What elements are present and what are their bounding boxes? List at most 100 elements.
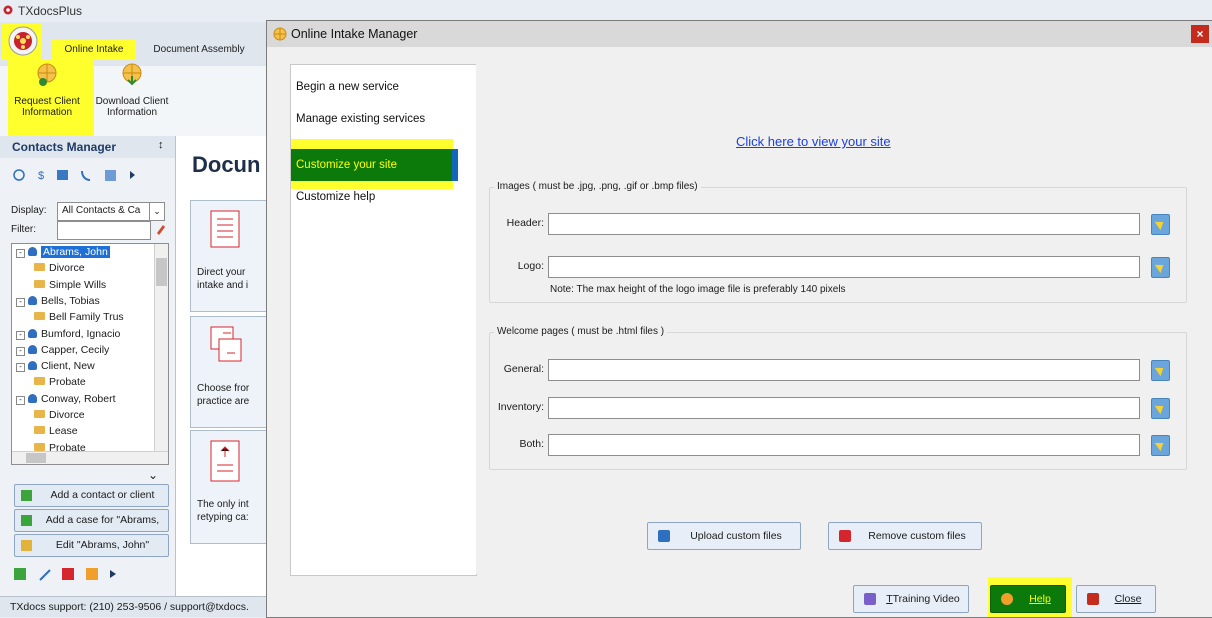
upload-custom-files-button[interactable]: Upload custom files — [647, 522, 801, 550]
nav-customize-help[interactable]: Customize help — [291, 181, 456, 213]
training-video-label-text: Training Video — [892, 593, 960, 605]
display-label: Display: — [11, 205, 47, 216]
images-group: Images ( must be .jpg, .png, .gif or .bm… — [489, 181, 1187, 303]
remove-custom-files-button[interactable]: Remove custom files — [828, 522, 982, 550]
header-file-input[interactable] — [548, 213, 1140, 235]
remove-icon — [839, 530, 851, 542]
app-title: TXdocsPlus — [18, 4, 83, 18]
expand-toggle-icon[interactable]: - — [16, 395, 25, 405]
tab-online-intake[interactable]: Online Intake — [52, 40, 136, 60]
document-card[interactable]: The only int retyping ca: — [190, 430, 270, 544]
add-case-button[interactable]: Add a case for "Abrams, — [14, 509, 169, 532]
delete-icon[interactable] — [62, 568, 74, 580]
chevron-down-icon: ⌄ — [149, 203, 164, 220]
pin-icon[interactable]: ↕ — [158, 139, 164, 151]
general-file-input[interactable] — [548, 359, 1140, 381]
tab-document-assembly[interactable]: Document Assembly — [140, 40, 258, 60]
edit-contact-button[interactable]: Edit "Abrams, John" — [14, 534, 169, 557]
training-video-button[interactable]: TTraining Video — [853, 585, 969, 613]
both-browse-icon[interactable] — [1151, 435, 1170, 456]
both-file-input[interactable] — [548, 434, 1140, 456]
calendar-icon[interactable] — [55, 166, 69, 182]
document-card-text-1: Direct your — [197, 267, 246, 278]
images-group-title: Images ( must be .jpg, .png, .gif or .bm… — [494, 181, 701, 192]
document-card[interactable]: Direct your intake and i — [190, 200, 270, 312]
logo-browse-icon[interactable] — [1151, 257, 1170, 278]
header-browse-icon[interactable] — [1151, 214, 1170, 235]
case-tree-item[interactable]: Divorce — [34, 409, 85, 425]
inventory-browse-icon[interactable] — [1151, 398, 1170, 419]
request-client-info-button[interactable]: Request Client Information — [8, 62, 86, 122]
document-card[interactable]: Choose fror practice are — [190, 316, 270, 428]
contact-tree-item[interactable]: - Capper, Cecily — [16, 344, 109, 360]
tree-item-label: Abrams, John — [41, 246, 110, 258]
online-intake-manager-dialog: Online Intake Manager × Begin a new serv… — [266, 20, 1212, 618]
more-arrow-icon[interactable] — [110, 568, 122, 580]
tree-horizontal-scrollbar[interactable] — [12, 451, 168, 464]
remove-button-label: Remove custom files — [868, 530, 966, 542]
case-folder-icon — [34, 312, 45, 321]
app-menu-button[interactable] — [8, 26, 38, 56]
download-client-info-button[interactable]: Download Client Information — [92, 62, 172, 122]
case-folder-icon — [34, 442, 45, 451]
dialog-title: Online Intake Manager — [291, 27, 418, 41]
close-button-label: Close — [1114, 593, 1142, 605]
general-browse-icon[interactable] — [1151, 360, 1170, 381]
expand-toggle-icon[interactable]: - — [16, 363, 25, 373]
contact-tree-item[interactable]: - Conway, Robert — [16, 393, 116, 409]
person-icon — [28, 328, 37, 338]
person-icon — [28, 295, 37, 305]
dialog-title-bar: Online Intake Manager × — [267, 21, 1212, 47]
status-bar: TXdocs support: (210) 253-9506 / support… — [0, 596, 266, 617]
edit-icon[interactable] — [38, 568, 50, 580]
plus-icon — [21, 515, 32, 526]
history-icon[interactable] — [12, 166, 26, 182]
add-contact-button[interactable]: Add a contact or client — [14, 484, 169, 507]
support-text: TXdocs support: (210) 253-9506 / support… — [10, 601, 249, 613]
tree-vertical-scrollbar[interactable] — [154, 244, 168, 452]
scrollbar-thumb[interactable] — [26, 453, 46, 463]
contact-tree-item[interactable]: - Bells, Tobias — [16, 295, 100, 311]
close-icon[interactable]: × — [1191, 25, 1209, 43]
case-tree-item[interactable]: Divorce — [34, 262, 85, 278]
expand-toggle-icon[interactable]: - — [16, 297, 25, 307]
case-tree-item[interactable]: Simple Wills — [34, 279, 106, 295]
app-logo-icon — [3, 5, 13, 15]
welcome-group-title: Welcome pages ( must be .html files ) — [494, 326, 668, 337]
contact-tree-item[interactable]: - Abrams, John — [16, 246, 110, 262]
close-icon — [1087, 593, 1099, 605]
case-tree-item[interactable]: Probate — [34, 376, 86, 392]
billing-icon[interactable] — [34, 166, 48, 182]
case-tree-item[interactable]: Lease — [34, 425, 78, 441]
scrollbar-thumb[interactable] — [156, 258, 167, 286]
export-icon[interactable] — [86, 568, 98, 580]
case-tree-item[interactable]: Bell Family Trus — [34, 311, 124, 327]
expand-toggle-icon[interactable]: - — [16, 346, 25, 356]
nav-customize-your-site[interactable]: Customize your site — [291, 149, 458, 181]
help-icon — [1001, 593, 1013, 605]
expand-toggle-icon[interactable]: - — [16, 330, 25, 340]
nav-manage-existing-services[interactable]: Manage existing services — [291, 103, 456, 135]
display-select[interactable]: All Contacts & Ca ⌄ — [57, 202, 165, 221]
nav-begin-new-service[interactable]: Begin a new service — [291, 71, 456, 103]
eraser-icon[interactable] — [154, 223, 166, 237]
logo-file-input[interactable] — [548, 256, 1140, 278]
view-site-link[interactable]: Click here to view your site — [736, 134, 891, 149]
tree-item-label: Bumford, Ignacio — [41, 327, 121, 340]
more-arrow-icon[interactable] — [128, 166, 142, 182]
tree-item-label: Probate — [49, 376, 86, 389]
help-button[interactable]: Help — [990, 585, 1066, 613]
close-button[interactable]: Close — [1076, 585, 1156, 613]
phone-icon[interactable] — [78, 166, 92, 182]
download-client-label-2: Information — [106, 107, 158, 118]
expand-toggle-icon[interactable]: - — [16, 249, 25, 258]
expand-chevron-icon[interactable]: ⌄ — [148, 468, 158, 482]
contact-tree-item[interactable]: - Client, New — [16, 360, 95, 376]
filter-input[interactable] — [57, 221, 151, 240]
add-icon[interactable] — [14, 568, 26, 580]
tree-item-label: Capper, Cecily — [41, 343, 110, 356]
notes-icon[interactable] — [103, 166, 117, 182]
inventory-file-input[interactable] — [548, 397, 1140, 419]
contact-tree-item[interactable]: - Bumford, Ignacio — [16, 328, 120, 344]
bottom-toolbar — [14, 566, 144, 582]
